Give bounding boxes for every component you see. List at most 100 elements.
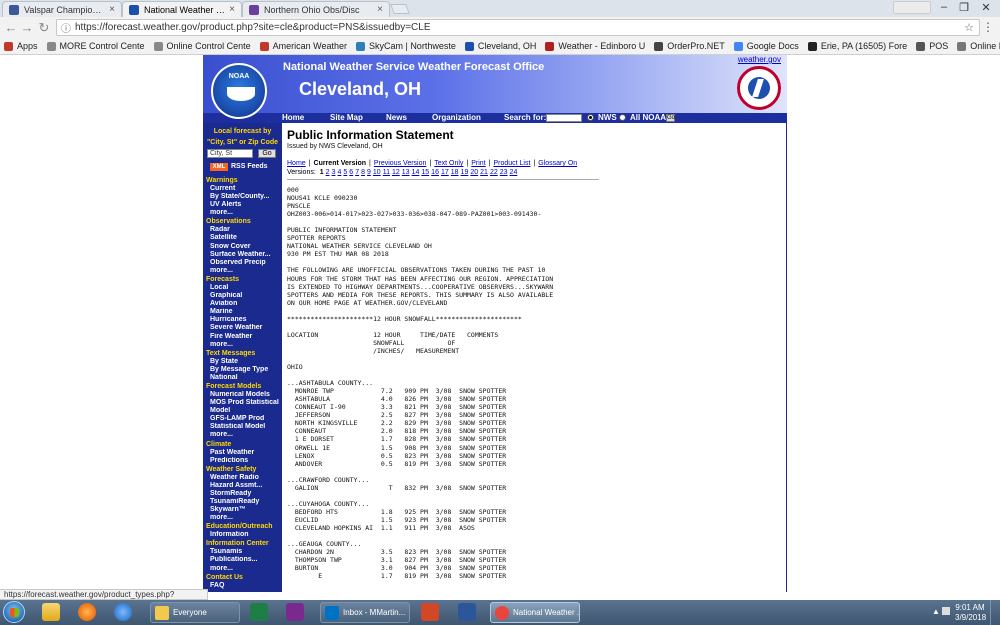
clock-date[interactable]: 3/9/2018 xyxy=(955,613,986,622)
bookmark-item[interactable]: POS xyxy=(916,41,948,51)
sidebar-item[interactable]: Hurricanes xyxy=(206,316,282,324)
search-input[interactable] xyxy=(546,114,582,122)
sidebar-item[interactable]: StormReady xyxy=(206,490,282,498)
version-link[interactable]: 21 xyxy=(480,169,488,176)
bookmark-item[interactable]: Erie, PA (16505) Fore xyxy=(807,41,907,51)
bookmark-item[interactable]: Cleveland, OH xyxy=(464,41,536,51)
product-link[interactable]: Previous Version xyxy=(374,160,427,167)
reload-icon[interactable]: ↻ xyxy=(37,20,51,36)
bookmark-item[interactable]: Online Food Calculat xyxy=(957,41,1000,51)
sidebar-item[interactable]: Publications... xyxy=(206,556,282,564)
version-link[interactable]: 22 xyxy=(490,169,498,176)
sidebar-item[interactable]: Radar xyxy=(206,226,282,234)
excel-icon[interactable] xyxy=(250,603,268,621)
close-icon[interactable]: × xyxy=(109,4,115,15)
sidebar-item[interactable]: Aviation xyxy=(206,300,282,308)
nws-logo-icon[interactable] xyxy=(737,66,781,110)
sidebar-item[interactable]: Predictions xyxy=(206,457,282,465)
version-link[interactable]: 8 xyxy=(361,169,365,176)
action-center-icon[interactable] xyxy=(942,607,950,615)
bookmark-item[interactable]: Weather - Edinboro U xyxy=(545,41,645,51)
nav-news[interactable]: News xyxy=(386,113,407,122)
sidebar-item[interactable]: Severe Weather xyxy=(206,324,282,332)
forward-icon[interactable]: → xyxy=(20,20,34,35)
version-link[interactable]: 16 xyxy=(431,169,439,176)
sidebar-item[interactable]: By Message Type xyxy=(206,366,282,374)
sidebar-item[interactable]: TsunamiReady xyxy=(206,498,282,506)
sidebar-item[interactable]: Graphical xyxy=(206,292,282,300)
version-link[interactable]: 15 xyxy=(421,169,429,176)
version-link[interactable]: 3 xyxy=(332,169,336,176)
bookmark-item[interactable]: Online Control Cente xyxy=(153,41,251,51)
noaa-logo-icon[interactable]: NOAA xyxy=(211,63,267,119)
weather-gov-link[interactable]: weather.gov xyxy=(738,55,781,64)
sidebar-item[interactable]: more... xyxy=(206,514,282,522)
bookmark-item[interactable]: OrderPro.NET xyxy=(654,41,725,51)
product-link[interactable]: Home xyxy=(287,160,306,167)
product-link[interactable]: Glossary On xyxy=(538,160,577,167)
version-link[interactable]: 12 xyxy=(392,169,400,176)
sidebar-item[interactable]: Hazard Assmt... xyxy=(206,482,282,490)
minimize-icon[interactable]: – xyxy=(934,1,954,13)
menu-icon[interactable]: ⋮ xyxy=(982,20,994,34)
sidebar-item[interactable]: Model xyxy=(206,407,282,415)
internet-explorer-icon[interactable] xyxy=(114,603,132,621)
version-link[interactable]: 4 xyxy=(337,169,341,176)
version-link[interactable]: 14 xyxy=(412,169,420,176)
profile-button[interactable] xyxy=(893,1,931,14)
version-link[interactable]: 6 xyxy=(349,169,353,176)
sidebar-item[interactable]: Observed Precip xyxy=(206,259,282,267)
sidebar-item[interactable]: more... xyxy=(206,209,282,217)
maximize-icon[interactable]: ❐ xyxy=(954,1,974,14)
city-zip-input[interactable]: City, St xyxy=(207,149,253,158)
info-icon[interactable]: ⓘ xyxy=(61,20,71,35)
tab-valspar[interactable]: Valspar Championship - × xyxy=(2,1,122,17)
version-link[interactable]: 20 xyxy=(470,169,478,176)
sidebar-item[interactable]: MOS Prod Statistical xyxy=(206,399,282,407)
search-go-button[interactable]: Go xyxy=(666,114,675,122)
task-everyone[interactable]: Everyone xyxy=(150,602,240,623)
version-link[interactable]: 5 xyxy=(343,169,347,176)
close-icon[interactable]: × xyxy=(377,4,383,15)
nav-home[interactable]: Home xyxy=(282,113,304,122)
version-link[interactable]: 19 xyxy=(461,169,469,176)
sidebar-item[interactable]: Information xyxy=(206,531,282,539)
sidebar-item[interactable]: FAQ xyxy=(206,582,282,590)
sidebar-item[interactable]: By State xyxy=(206,358,282,366)
new-tab-button[interactable] xyxy=(390,4,410,14)
close-icon[interactable]: × xyxy=(229,4,235,15)
rss-feeds-link[interactable]: RSS Feeds xyxy=(231,163,268,170)
sidebar-item[interactable]: Numerical Models xyxy=(206,391,282,399)
version-link[interactable]: 13 xyxy=(402,169,410,176)
sidebar-item[interactable]: Satellite xyxy=(206,234,282,242)
product-link[interactable]: Text Only xyxy=(434,160,463,167)
tray-arrow-icon[interactable]: ▲ xyxy=(932,607,940,616)
sidebar-item[interactable]: Snow Cover xyxy=(206,243,282,251)
bookmark-item[interactable]: Google Docs xyxy=(733,41,799,51)
sidebar-item[interactable]: Statistical Model xyxy=(206,423,282,431)
sidebar-item[interactable]: more... xyxy=(206,341,282,349)
version-link[interactable]: 2 xyxy=(326,169,330,176)
version-link[interactable]: 9 xyxy=(367,169,371,176)
bookmark-item[interactable]: MORE Control Cente xyxy=(46,41,145,51)
word-icon[interactable] xyxy=(458,603,476,621)
sidebar-item[interactable]: more... xyxy=(206,267,282,275)
product-link[interactable]: Product List xyxy=(493,160,530,167)
sidebar-item[interactable]: By State/County... xyxy=(206,193,282,201)
nav-organization[interactable]: Organization xyxy=(432,113,481,122)
task-chrome[interactable]: National Weather ... xyxy=(490,602,580,623)
xml-badge[interactable]: XML xyxy=(210,163,228,171)
task-inbox[interactable]: Inbox - MMartin... xyxy=(320,602,410,623)
radio-nws[interactable] xyxy=(587,114,594,121)
sidebar-item[interactable]: National xyxy=(206,374,282,382)
sidebar-item[interactable]: Past Weather xyxy=(206,449,282,457)
product-link[interactable]: Print xyxy=(471,160,485,167)
address-bar[interactable]: ⓘ https://forecast.weather.gov/product.p… xyxy=(56,19,980,36)
version-link[interactable]: 24 xyxy=(510,169,518,176)
powerpoint-icon[interactable] xyxy=(421,603,439,621)
sidebar-item[interactable]: Weather Radio xyxy=(206,474,282,482)
firefox-icon[interactable] xyxy=(78,603,96,621)
sidebar-item[interactable]: UV Alerts xyxy=(206,201,282,209)
sidebar-item[interactable]: Marine xyxy=(206,308,282,316)
sidebar-item[interactable]: Surface Weather... xyxy=(206,251,282,259)
